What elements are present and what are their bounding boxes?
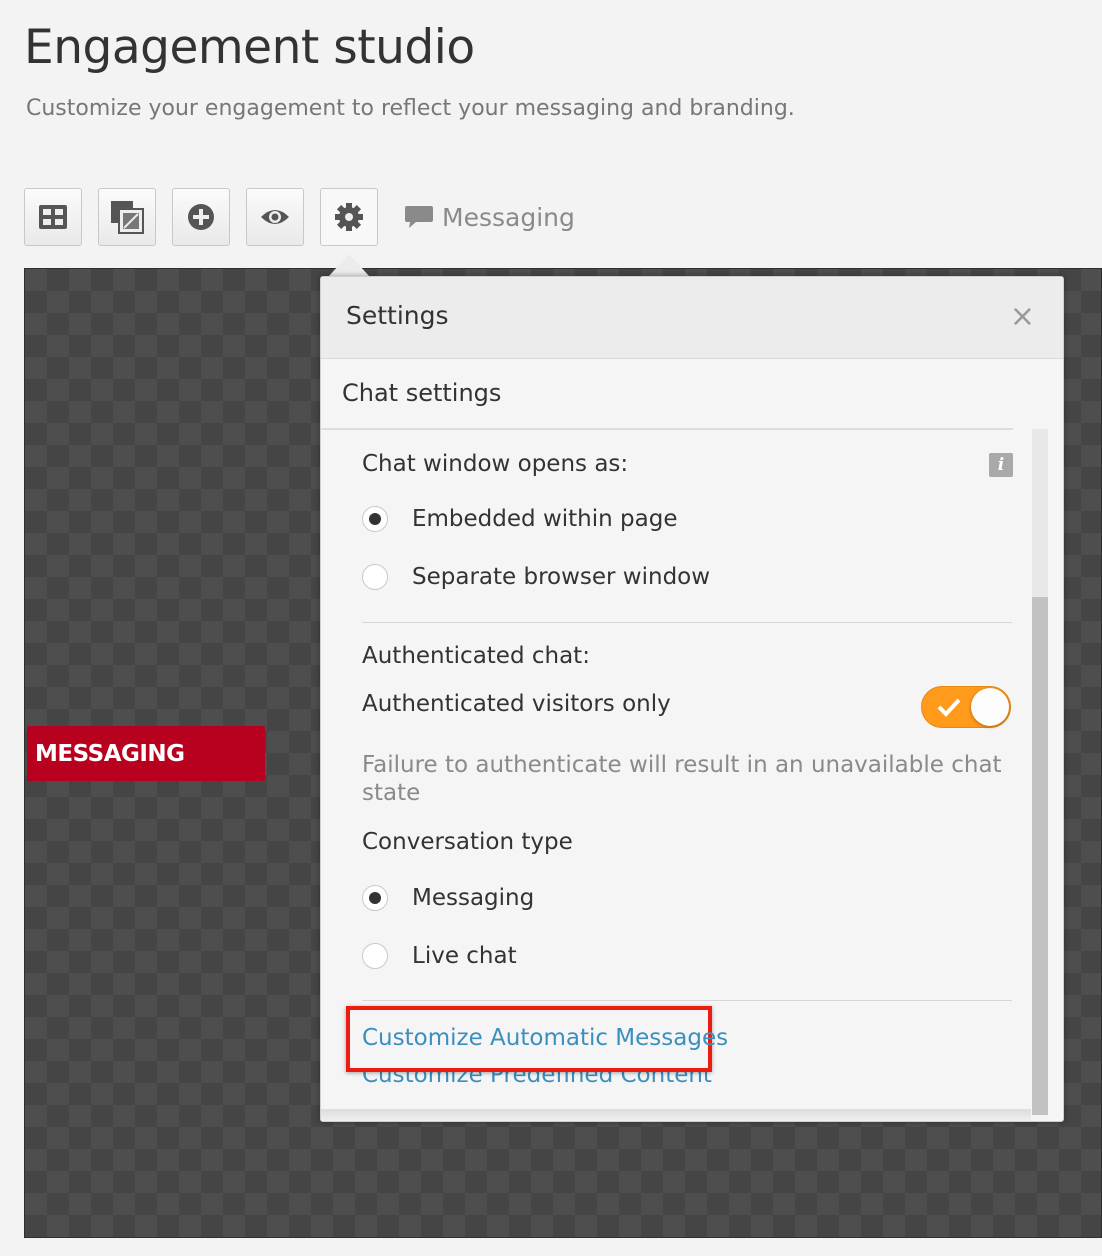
chat-bubble-icon [405,206,433,228]
radio-button[interactable] [362,564,388,590]
gear-icon [335,203,363,231]
conversation-type-label: Conversation type [362,829,573,855]
radio-label: Messaging [412,885,535,911]
eye-icon [261,210,289,224]
settings-button[interactable] [320,188,378,246]
chat-window-label: Chat window opens as: [362,451,629,477]
radio-live-chat[interactable]: Live chat [362,941,517,971]
engagement-button-label: MESSAGING [35,740,185,767]
scrollbar-thumb[interactable] [1032,597,1048,1115]
checkmark-icon [937,698,961,717]
radio-separate-browser-window[interactable]: Separate browser window [362,562,710,592]
add-element-button[interactable] [172,188,230,246]
radio-button[interactable] [362,506,388,532]
radio-label: Embedded within page [412,506,678,532]
authenticated-visitors-toggle[interactable] [921,686,1011,728]
panel-bottom-shadow [321,1109,1031,1121]
settings-panel: Settings × Chat settings Chat window ope… [320,276,1064,1122]
add-circle-icon [188,204,214,230]
radio-button[interactable] [362,885,388,911]
popover-arrow [329,254,369,276]
radio-messaging-option[interactable]: Messaging [362,883,534,913]
engagement-messaging-button[interactable]: MESSAGING [27,726,265,781]
divider [362,622,1012,623]
radio-button[interactable] [362,943,388,969]
toggle-knob [971,688,1009,726]
page-subtitle: Customize your engagement to reflect you… [26,96,795,121]
image-edit-icon [111,201,144,234]
authenticated-visitors-label: Authenticated visitors only [362,691,671,717]
info-icon[interactable]: i [989,453,1013,477]
close-icon[interactable]: × [1010,297,1035,337]
customize-automatic-messages-link[interactable]: Customize Automatic Messages [362,1025,728,1051]
divider [362,1000,1012,1001]
layout-gallery-button[interactable] [24,188,82,246]
channel-label: Messaging [442,202,575,232]
section-divider [321,428,1013,430]
radio-embedded-within-page[interactable]: Embedded within page [362,504,677,534]
layout-gallery-icon [39,205,67,229]
settings-panel-header: Settings × [321,277,1063,359]
preview-button[interactable] [246,188,304,246]
panel-scrollbar[interactable] [1032,429,1048,1115]
authentication-help-text: Failure to authenticate will result in a… [362,752,1002,806]
image-edit-button[interactable] [98,188,156,246]
radio-label: Separate browser window [412,564,711,590]
chat-settings-title: Chat settings [342,379,502,407]
settings-panel-title: Settings [346,301,449,330]
authenticated-chat-label: Authenticated chat: [362,643,590,669]
page-title: Engagement studio [24,20,475,75]
radio-label: Live chat [412,943,517,969]
channel-indicator: Messaging [404,200,575,234]
